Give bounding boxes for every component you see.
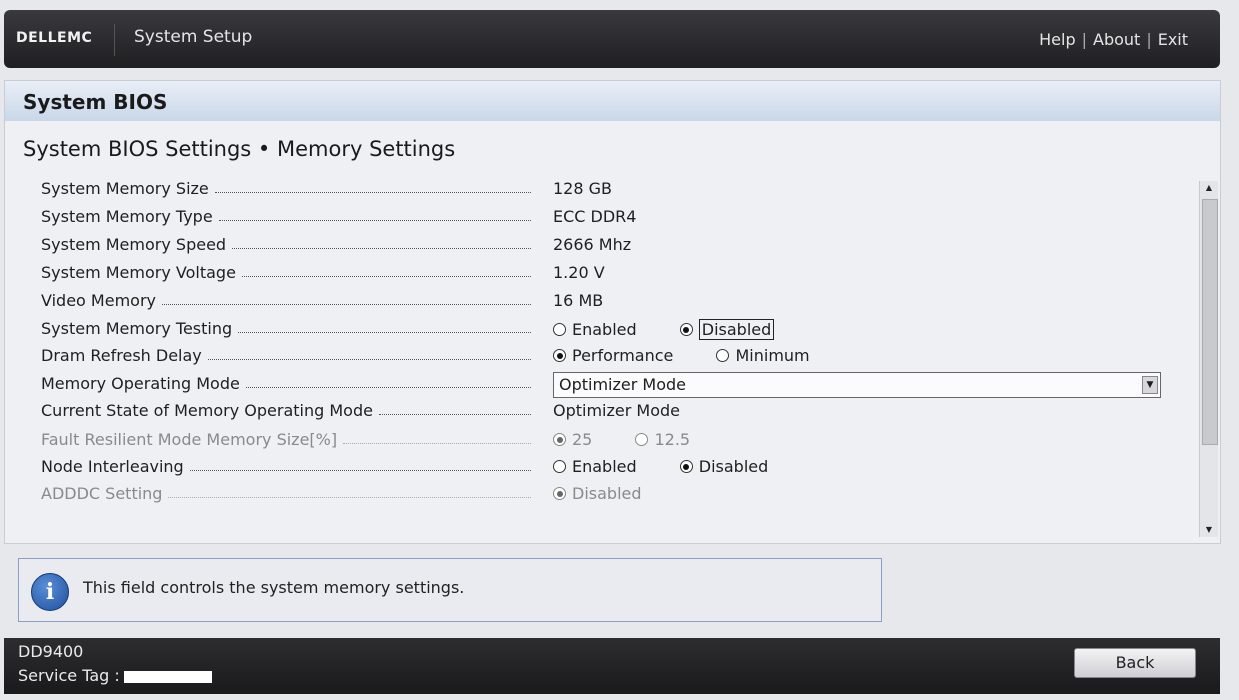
select-value: Optimizer Mode bbox=[559, 375, 686, 394]
radio-circle-selected-icon bbox=[553, 487, 566, 500]
setting-value: 1.20 V bbox=[553, 263, 605, 282]
service-tag-redacted bbox=[123, 670, 212, 683]
radio-circle-icon bbox=[553, 323, 566, 336]
radio-minimum[interactable]: Minimum bbox=[716, 346, 810, 365]
radio-circle-selected-icon bbox=[679, 323, 693, 336]
setting-label: ADDDC Setting bbox=[41, 484, 163, 503]
setting-value: 2666 Mhz bbox=[553, 235, 632, 254]
back-button[interactable]: Back bbox=[1074, 648, 1196, 678]
radio-25: 25 bbox=[553, 430, 592, 449]
main-panel: System BIOS System BIOS Settings • Memor… bbox=[4, 80, 1221, 544]
dell-emc-logo: DELLEMC bbox=[16, 30, 93, 46]
scroll-thumb[interactable] bbox=[1202, 199, 1218, 445]
setting-row-memory-testing: System Memory Testing Enabled Disabled bbox=[5, 317, 1195, 343]
service-tag-label: Service Tag : bbox=[18, 666, 120, 685]
memory-operating-mode-select[interactable]: Optimizer Mode ▼ bbox=[553, 372, 1161, 398]
top-bar: DELLEMC System Setup Help | About | Exit bbox=[4, 10, 1220, 68]
setting-label: Memory Operating Mode bbox=[41, 374, 240, 393]
info-icon: i bbox=[31, 573, 69, 611]
help-info-box: i This field controls the system memory … bbox=[18, 558, 882, 622]
radio-group: Disabled bbox=[553, 484, 680, 504]
setting-label: System Memory Voltage bbox=[41, 263, 236, 282]
setting-row-memory-operating-mode: Memory Operating Mode Optimizer Mode ▼ bbox=[5, 372, 1195, 398]
page-title: System BIOS bbox=[23, 90, 168, 114]
setting-row-memory-type: System Memory Type ECC DDR4 bbox=[5, 205, 1195, 231]
setting-row-memory-voltage: System Memory Voltage 1.20 V bbox=[5, 261, 1195, 287]
setting-label: Video Memory bbox=[41, 291, 156, 310]
radio-disabled[interactable]: Disabled bbox=[679, 457, 768, 476]
setting-label: Dram Refresh Delay bbox=[41, 346, 202, 365]
service-tag: Service Tag : bbox=[18, 666, 212, 685]
radio-circle-selected-icon bbox=[679, 460, 693, 473]
setting-row-node-interleaving: Node Interleaving Enabled Disabled bbox=[5, 455, 1195, 481]
setting-value: Optimizer Mode bbox=[553, 401, 680, 420]
scroll-up-icon[interactable]: ▲ bbox=[1201, 181, 1217, 195]
setting-value: 128 GB bbox=[553, 179, 612, 198]
top-links: Help | About | Exit bbox=[1039, 30, 1188, 49]
vertical-scrollbar[interactable]: ▲ ▼ bbox=[1199, 181, 1218, 537]
link-separator: | bbox=[1081, 30, 1087, 49]
setting-row-current-operating-mode: Current State of Memory Operating Mode O… bbox=[5, 399, 1195, 425]
radio-group: Enabled Disabled bbox=[553, 457, 806, 477]
setting-row-dram-refresh-delay: Dram Refresh Delay Performance Minimum bbox=[5, 344, 1195, 370]
section-title: System BIOS Settings • Memory Settings bbox=[23, 137, 456, 161]
radio-enabled[interactable]: Enabled bbox=[553, 457, 637, 476]
scroll-down-icon[interactable]: ▼ bbox=[1201, 523, 1217, 537]
model-name: DD9400 bbox=[18, 642, 84, 661]
radio-group: 25 12.5 bbox=[553, 430, 728, 450]
setting-label: System Memory Testing bbox=[41, 319, 233, 338]
radio-circle-icon bbox=[716, 349, 730, 362]
setting-label: Current State of Memory Operating Mode bbox=[41, 401, 373, 420]
radio-disabled[interactable]: Disabled bbox=[679, 319, 775, 340]
setting-value: 16 MB bbox=[553, 291, 604, 310]
setting-row-video-memory: Video Memory 16 MB bbox=[5, 289, 1195, 315]
setting-label: Node Interleaving bbox=[41, 457, 184, 476]
setting-label: System Memory Size bbox=[41, 179, 209, 198]
radio-circle-selected-icon bbox=[553, 349, 566, 362]
radio-disabled: Disabled bbox=[553, 484, 642, 503]
setting-row-adddc: ADDDC Setting Disabled bbox=[5, 482, 1195, 508]
setting-row-memory-speed: System Memory Speed 2666 Mhz bbox=[5, 233, 1195, 259]
radio-group: Enabled Disabled bbox=[553, 319, 812, 340]
radio-circle-icon bbox=[635, 433, 649, 446]
footer-bar: DD9400 Service Tag : Back bbox=[4, 638, 1220, 694]
dropdown-arrow-icon[interactable]: ▼ bbox=[1142, 376, 1158, 394]
about-link[interactable]: About bbox=[1093, 30, 1140, 49]
help-text: This field controls the system memory se… bbox=[83, 578, 465, 597]
radio-12-5: 12.5 bbox=[635, 430, 690, 449]
help-link[interactable]: Help bbox=[1039, 30, 1075, 49]
header-divider bbox=[114, 24, 115, 56]
page-title-bar: System BIOS bbox=[5, 81, 1220, 121]
radio-circle-icon bbox=[553, 460, 566, 473]
exit-link[interactable]: Exit bbox=[1158, 30, 1188, 49]
setting-row-memory-size: System Memory Size 128 GB bbox=[5, 177, 1195, 203]
setting-value: ECC DDR4 bbox=[553, 207, 637, 226]
radio-enabled[interactable]: Enabled bbox=[553, 320, 637, 339]
app-title: System Setup bbox=[134, 27, 253, 47]
setting-label: Fault Resilient Mode Memory Size[%] bbox=[41, 430, 338, 449]
setting-label: System Memory Type bbox=[41, 207, 213, 226]
setting-row-fault-resilient-size: Fault Resilient Mode Memory Size[%] 25 1… bbox=[5, 428, 1195, 454]
radio-performance[interactable]: Performance bbox=[553, 346, 673, 365]
link-separator: | bbox=[1146, 30, 1152, 49]
setting-label: System Memory Speed bbox=[41, 235, 227, 254]
radio-circle-selected-icon bbox=[553, 433, 566, 446]
radio-group: Performance Minimum bbox=[553, 346, 848, 366]
